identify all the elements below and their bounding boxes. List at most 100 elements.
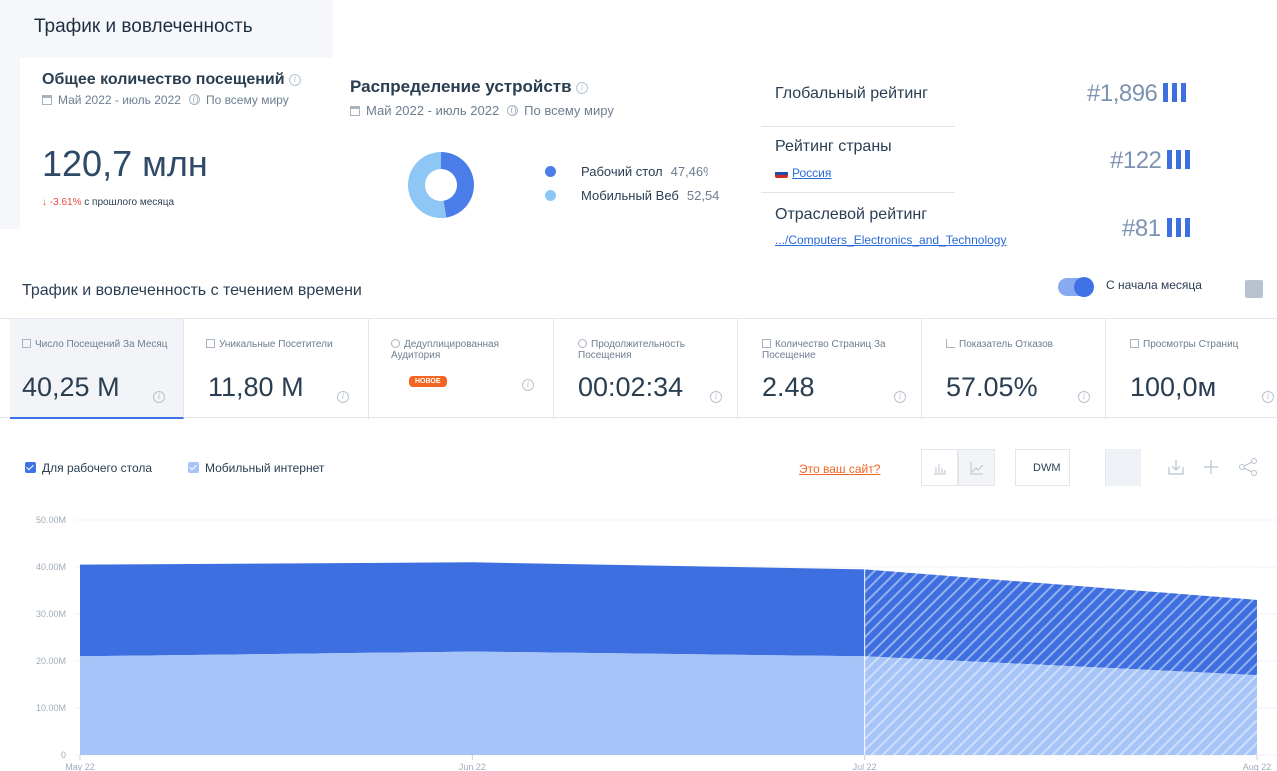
is-this-your-site-link[interactable]: Это ваш сайт? — [799, 462, 880, 476]
x-tick-label: Jul 22 — [853, 762, 877, 771]
section-title: Трафик и вовлеченность — [34, 16, 253, 37]
y-tick-label: 20.00M — [36, 656, 66, 666]
metric-value: 57.05% — [946, 372, 1038, 402]
pages-icon — [762, 339, 771, 348]
device-donut-chart — [408, 152, 474, 218]
checkbox-icon[interactable] — [188, 462, 199, 473]
legend-label: Мобильный интернет — [205, 461, 325, 475]
country-link-row: Россия — [775, 164, 831, 182]
legend-mobile: Мобильный Веб 52,54 — [545, 188, 741, 203]
info-icon[interactable]: i — [894, 391, 906, 403]
total-visits-value: 120,7 млн — [42, 143, 208, 184]
calendar-icon — [22, 339, 31, 348]
info-icon[interactable]: i — [289, 73, 302, 86]
download-icon[interactable] — [1167, 458, 1185, 476]
info-icon[interactable]: i — [337, 391, 349, 403]
globe-icon — [507, 105, 519, 116]
new-badge: НОВОЕ — [409, 376, 447, 387]
info-icon[interactable]: i — [1262, 391, 1274, 403]
metric-tab-visit-duration[interactable]: Продолжительность Посещения 00:02:34 i — [554, 319, 738, 419]
industry-rank-value: #81 — [1122, 215, 1191, 243]
rank-bars-icon[interactable] — [1166, 218, 1191, 237]
checkbox-icon[interactable] — [25, 462, 36, 473]
granularity-label: DWM — [1033, 462, 1061, 474]
add-icon[interactable] — [1203, 459, 1219, 475]
legend-desktop-checkbox[interactable]: Для рабочего стола — [25, 461, 152, 475]
info-icon[interactable]: i — [153, 391, 165, 403]
traffic-area-chart: 0 10.00M 20.00M 30.00M 40.00M 50.00M May 22 Ju… — [36, 515, 1277, 771]
metrics-tabs: Число Посещений За Месяц 40,25 M i Уника… — [0, 318, 1277, 419]
metric-label: Число Посещений За Месяц — [35, 339, 168, 350]
line-chart-button[interactable] — [958, 449, 995, 486]
user-card-icon — [206, 339, 215, 348]
metric-value: 00:02:34 — [578, 372, 684, 402]
metric-tab-page-views[interactable]: Просмотры Страниц 100,0м i — [1106, 319, 1277, 419]
legend-value: 47,46% — [670, 164, 708, 179]
device-distribution-meta: Май 2022 - июль 2022 По всему миру — [350, 103, 614, 118]
country-rank-label: Рейтинг страны — [775, 138, 892, 155]
share-icon[interactable] — [1238, 457, 1258, 477]
divider — [761, 192, 955, 193]
country-link[interactable]: Россия — [792, 166, 831, 180]
calendar-icon — [42, 95, 52, 105]
global-rank-value: #1,896 — [1087, 80, 1187, 108]
change-percent: ↓ -3.61% — [42, 197, 82, 208]
info-icon[interactable]: i — [710, 391, 722, 403]
globe-icon — [188, 94, 200, 105]
region: По всему миру — [205, 93, 289, 107]
bar-chart-icon — [934, 464, 946, 475]
divider — [761, 126, 955, 127]
legend-dot — [545, 166, 556, 177]
y-tick-label: 0 — [61, 750, 66, 760]
total-visits-title-row: Общее количество посещений i — [42, 71, 302, 89]
visits-change: ↓ -3.61% с прошлого месяца — [42, 197, 174, 208]
bar-chart-button[interactable] — [921, 449, 958, 486]
metric-tab-deduplicated-audience[interactable]: Дедуплицированная Аудитория НОВОЕ i — [369, 319, 554, 419]
metric-label: Дедуплицированная Аудитория — [391, 339, 500, 361]
legend-value: 52,54 — [686, 188, 720, 203]
legend-label: Мобильный Веб — [581, 188, 679, 203]
rank-number: #1,896 — [1087, 80, 1158, 107]
metric-tab-visits[interactable]: Число Посещений За Месяц 40,25 M i — [10, 319, 184, 419]
info-icon[interactable]: i — [522, 379, 534, 391]
legend-label: Рабочий стол — [581, 164, 663, 179]
calendar-icon — [350, 106, 360, 116]
rank-bars-icon[interactable] — [1163, 83, 1187, 102]
trend-icon — [946, 339, 955, 348]
granularity-month[interactable] — [1105, 449, 1141, 486]
metric-value: 11,80 M — [208, 372, 304, 402]
toggle-label: С начала месяца — [1106, 278, 1202, 292]
industry-link[interactable]: .../Computers_Electronics_and_Technology — [775, 233, 1006, 247]
metric-label: Уникальные Посетители — [219, 339, 333, 350]
info-icon[interactable]: i — [576, 81, 589, 94]
metric-tab-unique-visitors[interactable]: Уникальные Посетители 11,80 M i — [184, 319, 369, 419]
industry-rank-label: Отраслевой рейтинг — [775, 206, 928, 223]
metric-tab-pages-per-visit[interactable]: Количество Страниц За Посещение 2.48 i — [738, 319, 922, 419]
metric-tab-bounce-rate[interactable]: Показатель Отказов 57.05% i — [922, 319, 1106, 419]
y-tick-label: 10.00M — [36, 703, 66, 713]
total-visits-meta: Май 2022 - июль 2022 По всему миру — [42, 93, 289, 107]
x-tick-label: Aug 22 — [1243, 762, 1272, 771]
legend-label: Для рабочего стола — [42, 461, 153, 475]
x-tick-label: May 22 — [65, 762, 95, 771]
metric-value: 100,0м — [1130, 372, 1217, 402]
rank-number: #81 — [1122, 215, 1161, 242]
legend-mobile-checkbox[interactable]: Мобильный интернет — [188, 461, 324, 475]
granularity-selector[interactable]: DWM — [1015, 449, 1141, 486]
global-rank-label: Глобальный рейтинг — [775, 85, 928, 102]
y-tick-label: 40.00M — [36, 562, 66, 572]
country-rank-value: #122 — [1110, 147, 1191, 175]
rank-bars-icon[interactable] — [1167, 150, 1191, 169]
donut-slice-1 — [408, 152, 447, 218]
date-range: Май 2022 - июль 2022 — [366, 103, 500, 118]
granularity-week[interactable] — [1069, 449, 1105, 486]
excel-export-icon[interactable] — [1245, 280, 1263, 298]
toggle-knob[interactable] — [1074, 277, 1094, 297]
russia-flag-icon — [775, 169, 788, 178]
line-chart-icon — [970, 462, 984, 475]
info-icon[interactable]: i — [1078, 391, 1090, 403]
engagement-over-time-title: Трафик и вовлеченность с течением времен… — [22, 282, 362, 299]
legend-desktop: Рабочий стол 47,46% — [545, 164, 708, 179]
date-range: Май 2022 - июль 2022 — [58, 93, 181, 107]
metric-value: 2.48 — [762, 372, 815, 402]
